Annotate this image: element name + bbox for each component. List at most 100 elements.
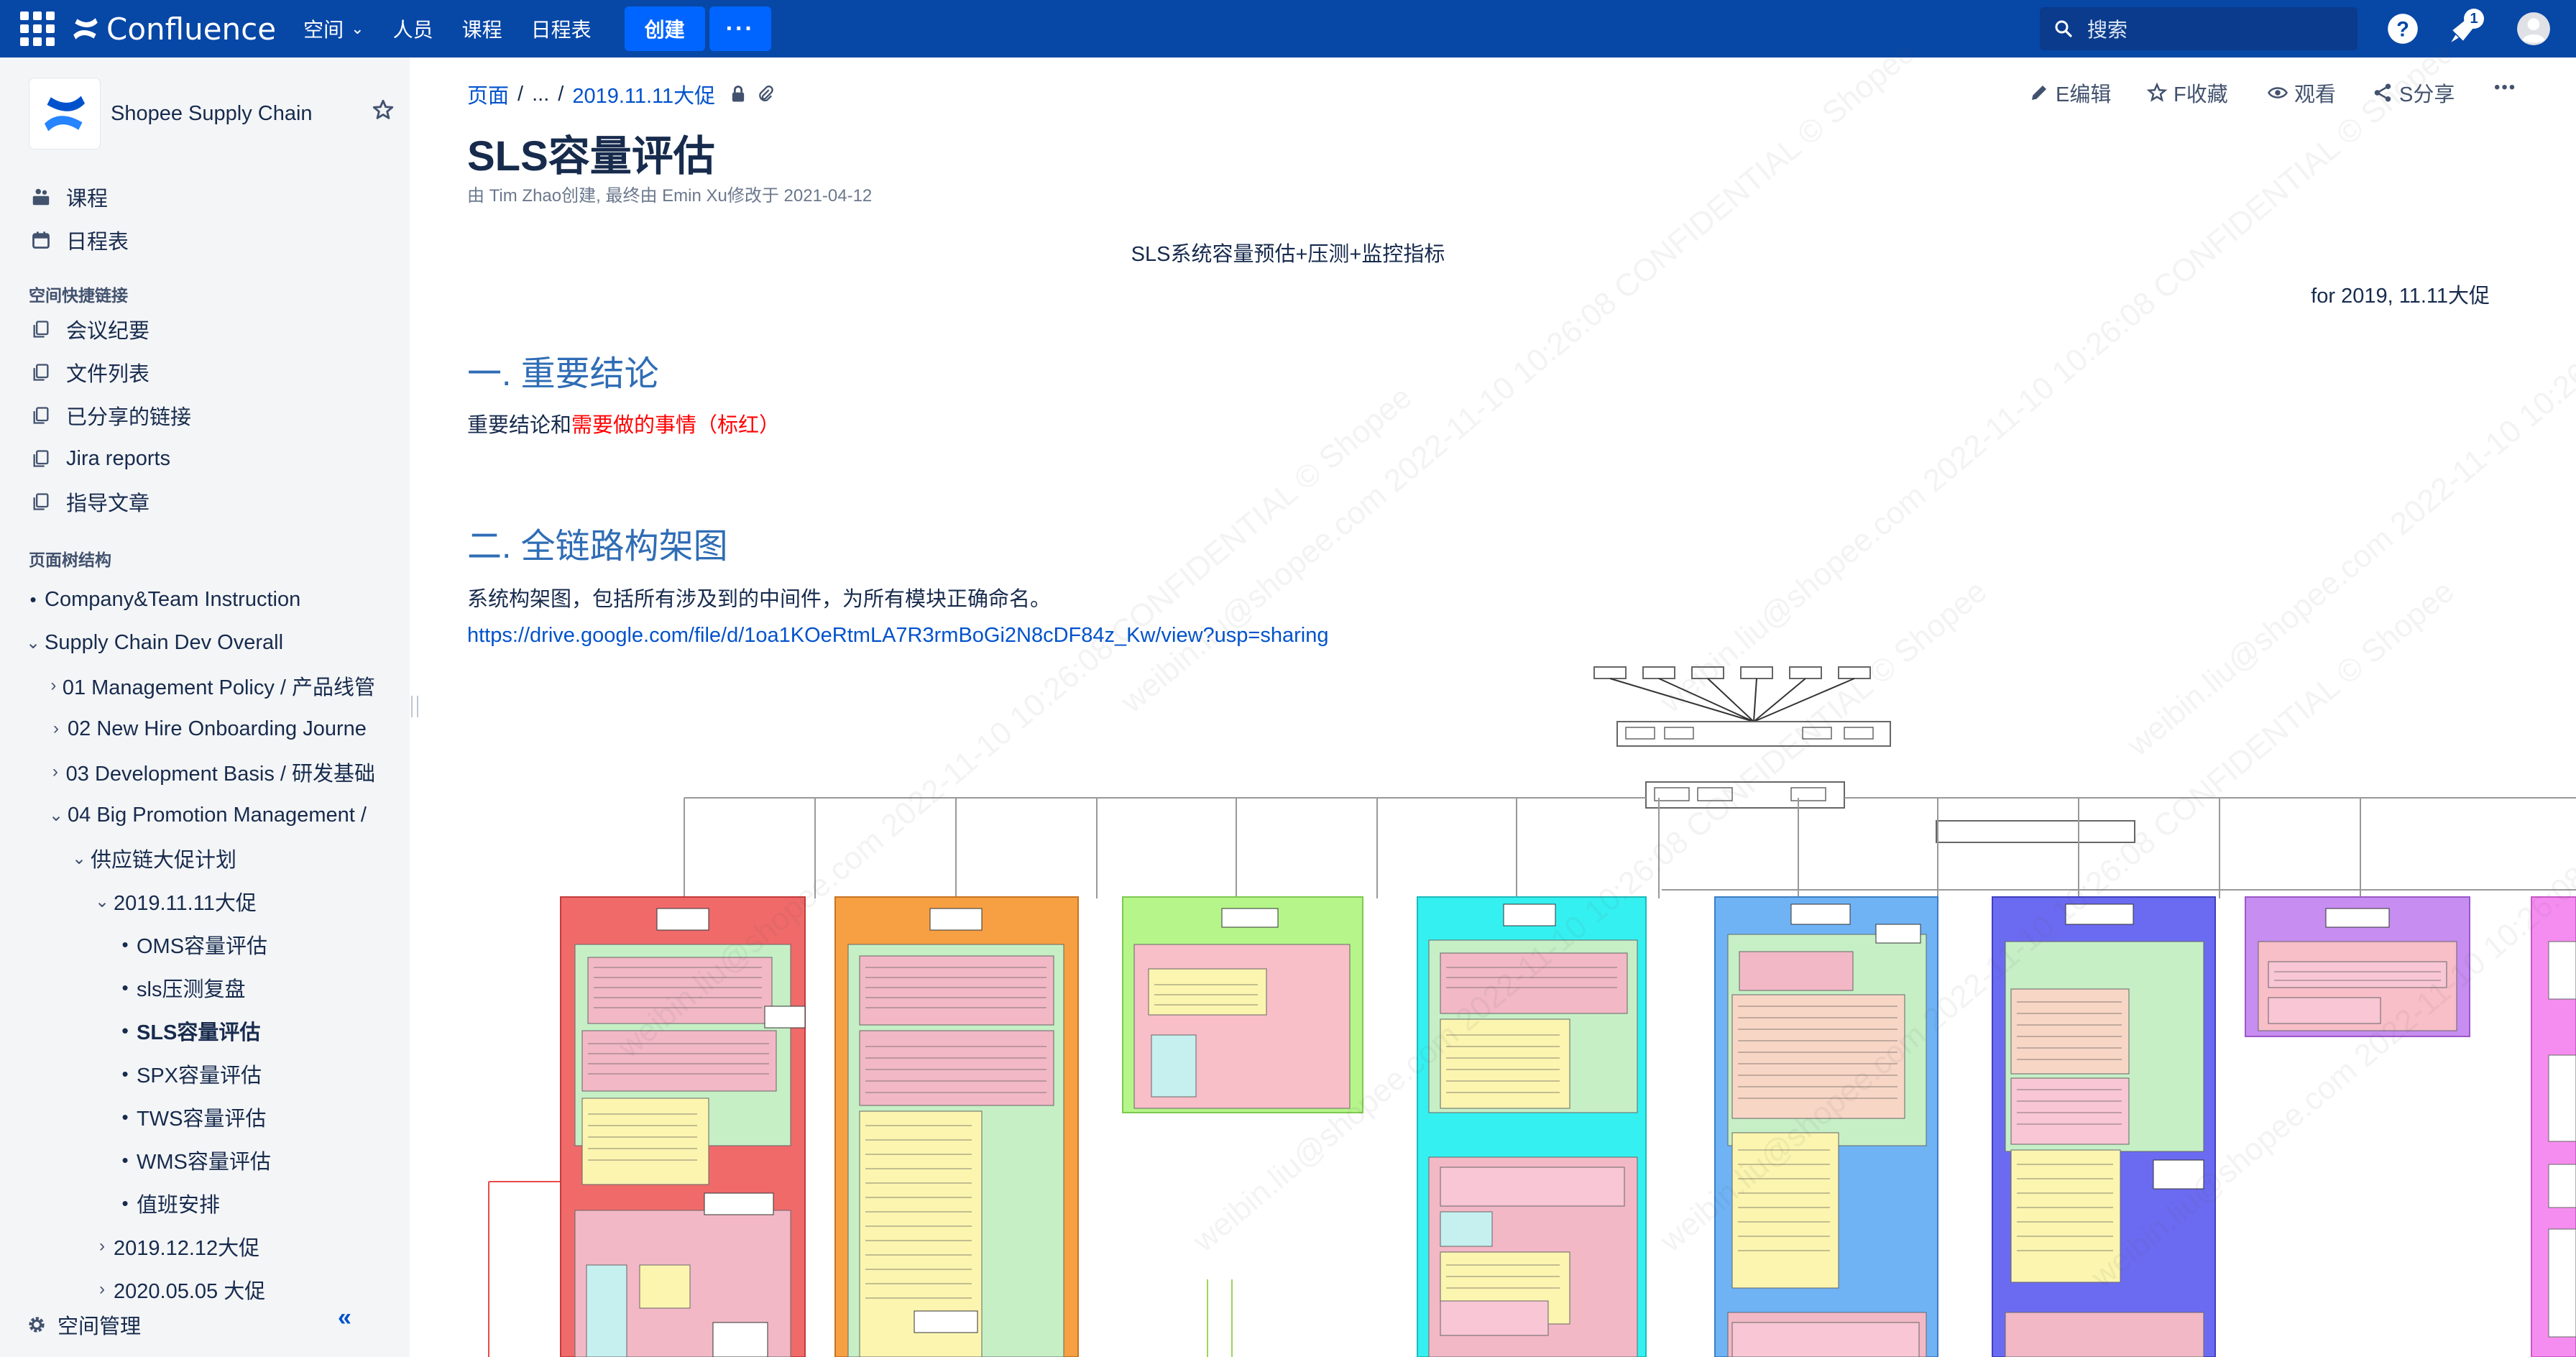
breadcrumb-separator: / [518, 82, 524, 106]
create-more-button[interactable]: ··· [709, 6, 771, 51]
page-tree-heading: 页面树结构 [29, 551, 111, 569]
tree-item-label: OMS容量评估 [137, 935, 268, 958]
confluence-logo-icon [73, 18, 98, 40]
chevron-down-icon[interactable]: ⌄ [45, 805, 68, 826]
tree-item-label: SLS容量评估 [137, 1021, 261, 1044]
tree-item-label: Supply Chain Dev Overall [45, 630, 284, 654]
conclusions-highlight-text: 需要做的事情（标红） [571, 414, 781, 437]
space-settings-link[interactable]: 空间管理 [26, 1310, 141, 1340]
tree-item[interactable]: • SPX容量评估 [114, 1054, 387, 1094]
search-placeholder: 搜索 [2087, 19, 2128, 41]
tree-item[interactable]: › 01 Management Policy / 产品线管 [45, 666, 375, 706]
chevron-right-icon[interactable]: › [91, 1279, 114, 1300]
tree-item[interactable]: › 2020.05.05 大促 [91, 1269, 378, 1310]
tree-item[interactable]: • sls压测复盘 [114, 967, 387, 1008]
bullet-icon: • [121, 1062, 129, 1085]
breadcrumb-ellipsis[interactable]: ... [532, 83, 549, 106]
tree-item[interactable]: › 02 New Hire Onboarding Journe [45, 709, 375, 749]
nav-courses[interactable]: 课程 [462, 14, 502, 43]
shortcuts-heading: 空间快捷链接 [29, 286, 128, 305]
user-avatar-icon[interactable] [2516, 11, 2552, 47]
tree-item[interactable]: ⌄ 供应链大促计划 [68, 838, 377, 878]
top-navigation-bar: Confluence 空间 ⌄ 人员 课程 日程表 创建 ··· 搜索 ? 1 [0, 0, 2576, 58]
bullet-icon: • [121, 976, 129, 998]
right-aligned-note: for 2019, 11.11大促 [2311, 285, 2490, 308]
breadcrumb-parent[interactable]: 2019.11.11大促 [572, 79, 715, 109]
chevron-right-icon[interactable]: › [91, 1236, 114, 1256]
tree-item-label: WMS容量评估 [137, 1151, 271, 1174]
chevron-right-icon[interactable]: › [45, 719, 68, 739]
save-for-later-button[interactable]: F收藏 [2146, 78, 2228, 108]
sidebar-resize-handle[interactable] [411, 696, 418, 717]
space-logo[interactable] [29, 78, 101, 150]
nav-people-label: 人员 [392, 19, 433, 41]
sidebar-item-label: Jira reports [66, 446, 171, 470]
section-text-conclusions: 重要结论和需要做的事情（标红） [467, 408, 780, 438]
create-button[interactable]: 创建 [624, 6, 705, 51]
chevron-down-icon[interactable]: ⌄ [91, 891, 114, 912]
tree-item[interactable]: ⌄ 2019.11.11大促 [91, 881, 378, 921]
copy-page-icon [29, 360, 53, 385]
nav-calendars[interactable]: 日程表 [531, 14, 592, 43]
tree-item-label: 2019.12.12大促 [114, 1237, 260, 1260]
sidebar-shortcut-guides[interactable]: 指导文章 [29, 482, 150, 522]
tree-item[interactable]: • Company&Team Instruction [22, 579, 402, 620]
page-byline: 由 Tim Zhao创建, 最终由 Emin Xu修改于 2021-04-12 [467, 186, 873, 206]
sidebar-shortcut-meeting-notes[interactable]: 会议纪要 [29, 309, 150, 349]
architecture-diagram[interactable] [460, 647, 2576, 1357]
pencil-icon [2032, 86, 2046, 100]
sidebar-item-label: 已分享的链接 [66, 406, 192, 429]
chevron-right-icon[interactable]: › [45, 762, 66, 782]
section-heading-architecture: 二. 全链路构架图 [467, 528, 728, 566]
tree-item[interactable]: ⌄ 04 Big Promotion Management / [45, 795, 375, 835]
confluence-logo[interactable]: Confluence [70, 12, 276, 47]
bullet-icon: • [121, 1149, 129, 1171]
search-icon [2055, 20, 2072, 37]
confidential-watermark: weibin.liu@shopee.com 2022-11-10 10:26:0… [1653, 34, 2461, 720]
tree-item-label: SPX容量评估 [137, 1064, 262, 1087]
help-icon[interactable]: ? [2385, 11, 2421, 47]
tree-item[interactable]: • TWS容量评估 [114, 1097, 387, 1137]
tree-item[interactable]: › 03 Development Basis / 研发基础 [45, 752, 375, 792]
bullet-icon: • [121, 1192, 129, 1214]
star-icon [2146, 82, 2168, 102]
sidebar-shortcut-shared-links[interactable]: 已分享的链接 [29, 395, 191, 436]
diagram-link[interactable]: https://drive.google.com/file/d/1oa1KOeR… [467, 624, 1328, 648]
tree-item-label: TWS容量评估 [137, 1108, 267, 1131]
chevron-down-icon[interactable]: ⌄ [68, 848, 91, 869]
space-settings-label: 空间管理 [58, 1315, 142, 1338]
breadcrumb-pages[interactable]: 页面 [467, 79, 509, 109]
edit-button[interactable]: E编辑 [2028, 78, 2111, 108]
app-switcher-icon[interactable] [19, 10, 56, 47]
tree-item[interactable]: • 值班安排 [114, 1183, 387, 1223]
sidebar-item-label: 会议纪要 [66, 320, 150, 343]
nav-spaces[interactable]: 空间 ⌄ [303, 14, 364, 43]
conclusions-text: 重要结论和 [467, 414, 572, 437]
tree-item[interactable]: • WMS容量评估 [114, 1140, 387, 1180]
more-actions-button[interactable]: ••• [2494, 78, 2516, 98]
sidebar-item-courses[interactable]: 课程 [29, 177, 108, 217]
sidebar-shortcut-file-list[interactable]: 文件列表 [29, 352, 150, 392]
watch-button[interactable]: 观看 [2267, 78, 2336, 108]
save-for-later-label: F收藏 [2174, 83, 2228, 106]
share-label: S分享 [2399, 83, 2455, 106]
share-button[interactable]: S分享 [2372, 78, 2455, 108]
star-space-icon[interactable] [371, 98, 395, 122]
tree-item-label: 04 Big Promotion Management / [68, 803, 367, 827]
tree-item[interactable]: › 2019.12.12大促 [91, 1226, 378, 1266]
confluence-space-icon [45, 96, 85, 132]
chevron-right-icon[interactable]: › [45, 676, 63, 696]
tree-item[interactable]: ⌄ Supply Chain Dev Overall [22, 622, 402, 663]
sidebar-item-label: 文件列表 [66, 363, 150, 386]
sidebar-shortcut-jira-reports[interactable]: Jira reports [29, 438, 170, 479]
nav-people[interactable]: 人员 [393, 14, 433, 43]
collapse-sidebar-button[interactable]: « [338, 1304, 351, 1332]
space-name[interactable]: Shopee Supply Chain [111, 102, 313, 126]
search-input[interactable]: 搜索 [2040, 7, 2358, 50]
attachment-icon[interactable] [755, 84, 776, 104]
tree-item-current[interactable]: • SLS容量评估 [114, 1011, 387, 1051]
section-heading-conclusions: 一. 重要结论 [467, 355, 659, 393]
lock-icon[interactable] [728, 84, 748, 104]
tree-item[interactable]: • OMS容量评估 [114, 924, 387, 965]
chevron-down-icon[interactable]: ⌄ [22, 632, 45, 653]
